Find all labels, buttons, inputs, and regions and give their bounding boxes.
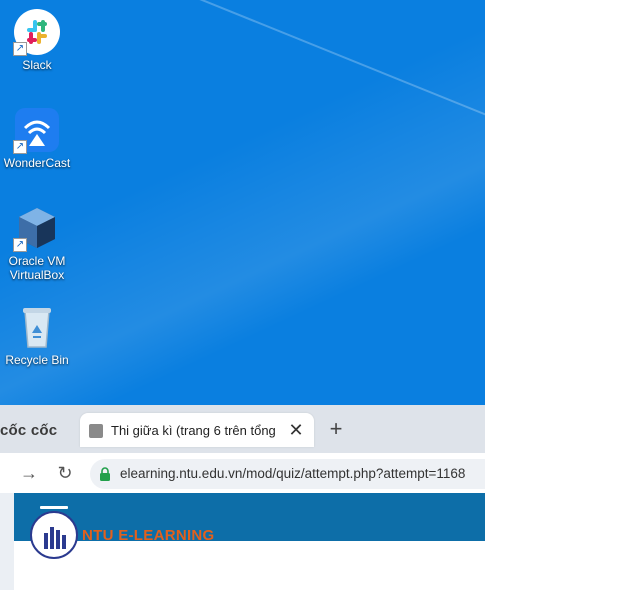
recycle-bin-icon <box>13 303 61 351</box>
tab-active[interactable]: Thi giữa kì (trang 6 trên tổng ✕ <box>80 413 314 447</box>
shortcut-arrow-icon: ↗ <box>13 238 27 252</box>
shortcut-arrow-icon: ↗ <box>13 42 27 56</box>
tab-strip: cốc cốc Thi giữa kì (trang 6 trên tổng ✕… <box>0 405 485 453</box>
desktop-icon-label: WonderCast <box>3 156 71 170</box>
favicon-icon <box>89 424 103 438</box>
desktop-icon-virtualbox[interactable]: ↗ Oracle VM VirtualBox <box>1 204 73 282</box>
slack-icon: ↗ <box>13 8 61 56</box>
reload-button[interactable]: ↻ <box>53 461 77 485</box>
browser-toolbar: → ↻ elearning.ntu.edu.vn/mod/quiz/attemp… <box>0 453 485 493</box>
lock-icon <box>100 467 110 481</box>
virtualbox-icon: ↗ <box>13 204 61 252</box>
desktop-icon-label: Recycle Bin <box>5 353 69 367</box>
shortcut-arrow-icon: ↗ <box>13 140 27 154</box>
site-name: NTU E-LEARNING <box>82 527 215 544</box>
desktop-icon-label: Oracle VM VirtualBox <box>8 254 66 282</box>
browser-window: cốc cốc Thi giữa kì (trang 6 trên tổng ✕… <box>0 405 485 590</box>
desktop-icon-label: Slack <box>22 58 52 72</box>
tab-close-icon[interactable]: ✕ <box>286 420 306 440</box>
desktop-icon-recycle-bin[interactable]: Recycle Bin <box>1 303 73 367</box>
ntu-logo-icon <box>30 511 78 559</box>
desktop-icon-slack[interactable]: ↗ Slack <box>1 8 73 72</box>
tab-title: Thi giữa kì (trang 6 trên tổng <box>111 423 276 438</box>
wondercast-icon: ↗ <box>13 106 61 154</box>
new-tab-button[interactable]: + <box>326 418 346 440</box>
desktop-icon-wondercast[interactable]: ↗ WonderCast <box>1 106 73 170</box>
forward-button[interactable]: → <box>17 461 41 485</box>
url-text: elearning.ntu.edu.vn/mod/quiz/attempt.ph… <box>120 466 466 481</box>
address-bar[interactable]: elearning.ntu.edu.vn/mod/quiz/attempt.ph… <box>90 459 485 489</box>
web-page: NTU E-LEARNING <box>14 493 485 590</box>
desktop-background: ↗ Slack ↗ WonderCast ↗ Oracle VM Virtual… <box>0 0 485 405</box>
browser-brand: cốc cốc <box>0 422 58 439</box>
